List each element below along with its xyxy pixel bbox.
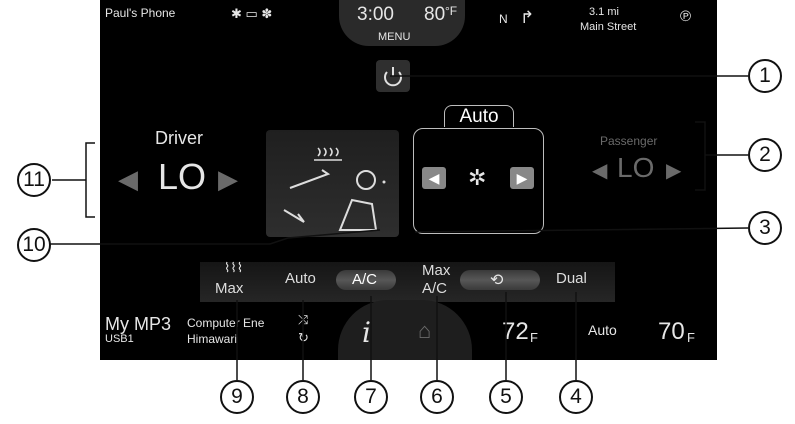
callout-7: 7 xyxy=(354,380,388,414)
callout-4: 4 xyxy=(559,380,593,414)
callout-10: 10 xyxy=(17,228,51,262)
callout-3: 3 xyxy=(748,211,782,245)
callout-9: 9 xyxy=(220,380,254,414)
callout-6: 6 xyxy=(420,380,454,414)
callout-1: 1 xyxy=(748,59,782,93)
callout-leader-lines xyxy=(50,75,749,380)
callout-8: 8 xyxy=(286,380,320,414)
callout-2: 2 xyxy=(748,138,782,172)
callout-5: 5 xyxy=(489,380,523,414)
callout-11: 11 xyxy=(17,163,51,197)
